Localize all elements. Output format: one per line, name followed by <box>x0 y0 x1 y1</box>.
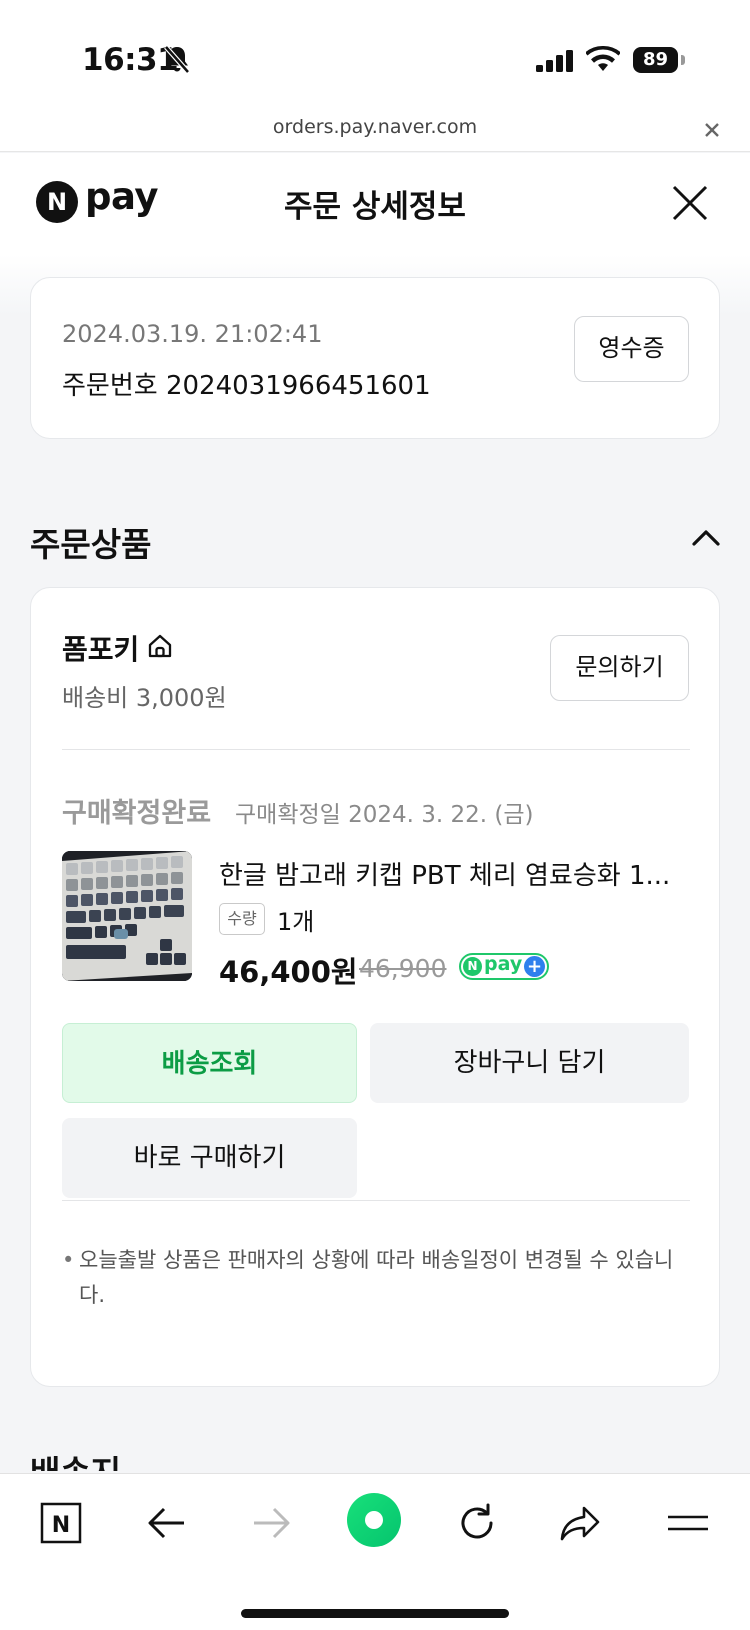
back-arrow-icon[interactable] <box>146 1502 188 1544</box>
receipt-button[interactable]: 영수증 <box>574 316 689 382</box>
divider <box>62 749 690 750</box>
browser-toolbar: N <box>0 1473 750 1630</box>
order-date: 2024.03.19. 21:02:41 <box>62 320 323 348</box>
close-icon[interactable] <box>670 183 710 223</box>
page-title: 주문 상세정보 <box>284 189 466 225</box>
chevron-up-icon[interactable] <box>692 528 720 546</box>
url-bar[interactable]: orders.pay.naver.com <box>0 110 750 152</box>
notice-text: 오늘출발 상품은 판매자의 상황에 따라 배송일정이 변경될 수 있습니다. <box>79 1248 674 1307</box>
quantity-label: 수량 <box>219 903 265 935</box>
track-delivery-button[interactable]: 배송조회 <box>62 1023 357 1103</box>
buy-now-button[interactable]: 바로 구매하기 <box>62 1118 357 1198</box>
plus-icon: + <box>524 956 545 977</box>
order-status-label: 구매확정완료 <box>62 798 212 829</box>
home-indicator <box>241 1609 509 1618</box>
npay-plus-badge: N pay + <box>459 953 549 980</box>
order-info-card: 2024.03.19. 21:02:41 주문번호 20240319664516… <box>30 277 720 439</box>
notice-bullet: • <box>62 1248 75 1272</box>
reload-icon[interactable] <box>456 1502 498 1544</box>
product-thumbnail[interactable] <box>62 851 192 981</box>
url-text: orders.pay.naver.com <box>272 116 478 138</box>
product-title[interactable]: 한글 밤고래 키캡 PBT 체리 염료승화 1... <box>219 855 689 892</box>
section-title: 주문상품 <box>30 525 152 564</box>
next-section-title: 배송지 <box>30 1453 121 1471</box>
close-icon[interactable] <box>702 120 722 140</box>
product-price: 46,400원 <box>219 955 358 989</box>
signal-icon <box>536 50 573 72</box>
quantity-value: 1개 <box>277 908 315 936</box>
home-icon[interactable] <box>147 633 173 659</box>
original-price: 46,900 <box>359 954 447 983</box>
share-icon[interactable] <box>558 1502 602 1544</box>
battery-tip <box>681 55 685 65</box>
battery-icon: 89 <box>633 47 678 73</box>
bell-slash-icon <box>164 45 190 74</box>
shipping-fee: 배송비 3,000원 <box>62 684 227 712</box>
delivery-notice: • 오늘출발 상품은 판매자의 상황에 따라 배송일정이 변경될 수 있습니다. <box>62 1243 690 1313</box>
order-number: 주문번호 2024031966451601 <box>62 371 431 401</box>
npay-badge-mark: N <box>463 957 482 976</box>
product-card: 폼포키 배송비 3,000원 문의하기 구매확정완료 구매확정일 2024. 3… <box>30 587 720 1387</box>
keyboard-image <box>62 851 192 981</box>
forward-arrow-icon[interactable] <box>250 1502 292 1544</box>
naver-home-icon[interactable]: N <box>40 1502 82 1544</box>
wifi-icon <box>586 46 620 71</box>
confirm-date: 구매확정일 2024. 3. 22. (금) <box>235 802 534 828</box>
npay-badge-text: pay <box>484 953 523 975</box>
divider <box>62 1200 690 1201</box>
menu-icon[interactable] <box>666 1502 710 1544</box>
add-to-cart-button[interactable]: 장바구니 담기 <box>370 1023 689 1103</box>
seller-name[interactable]: 폼포키 <box>62 628 139 668</box>
inquiry-button[interactable]: 문의하기 <box>550 635 689 701</box>
green-dot-icon[interactable] <box>346 1492 402 1548</box>
status-bar: 16:31 89 <box>0 0 750 110</box>
page-header: N pay 주문 상세정보 <box>0 153 750 255</box>
naver-letter: N <box>52 1513 70 1538</box>
